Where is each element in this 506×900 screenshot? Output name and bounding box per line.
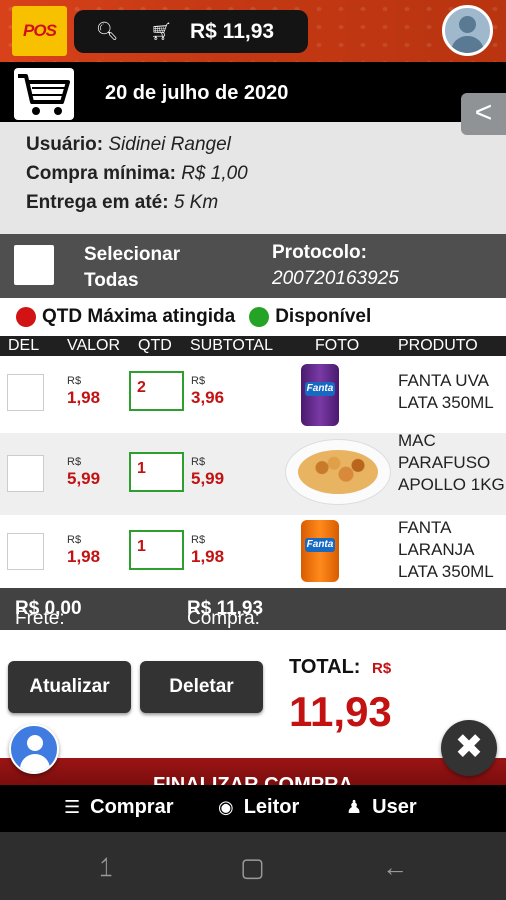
total-currency: R$ [372,660,392,677]
legend-max-reached: QTD Máxima atingida [42,306,236,327]
purchase-label: Compra: [187,608,260,629]
item-subtotal: R$ 1,98 [191,534,225,566]
home-icon[interactable]: ▢ [240,852,265,883]
table-row: R$ 1,98 2 R$ 3,96 Fanta FANTA UVA LATA 350… [0,356,506,433]
table-row: R$ 1,98 1 R$ 1,98 Fanta FANTA LARANJA LATA… [0,515,506,588]
cart-total: R$ 11,93 [190,19,275,43]
cart-summary-pill[interactable]: 🔍︎ 🛒︎ R$ 11,93 [74,10,308,53]
delivery-label: Entrega em até: [26,192,169,213]
total-value: 11,93 [289,688,392,735]
col-photo: FOTO [315,337,360,354]
select-all-checkbox[interactable] [14,245,54,285]
quantity-input[interactable]: 2 [129,371,184,411]
col-subtotal: SUBTOTAL [190,337,273,354]
totals-bar: Frete: R$ 0,00 Compra: R$ 11,93 [0,588,506,630]
green-status-icon [249,307,270,327]
avatar-icon[interactable] [442,5,493,56]
table-header: DEL VALOR QTD SUBTOTAL FOTO PRODUTO [0,336,506,356]
col-value: VALOR [67,337,121,354]
item-value: R$ 1,98 [67,534,101,566]
product-photo: Fanta [285,356,391,433]
col-del: DEL [8,337,40,354]
finalize-label: FINALIZAR COMPRA [153,774,353,785]
col-qty: QTD [138,337,172,354]
product-photo: Fanta [285,515,391,588]
product-name: MAC PARAFUSO APOLLO 1KG [398,431,505,494]
nav-buy[interactable]: ☰ Comprar [64,796,174,819]
update-button[interactable]: Atualizar [8,661,131,713]
logo-text: POS [23,21,57,40]
back-icon[interactable]: ← [382,852,408,883]
product-photo [285,433,391,515]
select-all-label[interactable]: Selecionar Todas [84,242,204,294]
table-row: R$ 5,99 1 R$ 5,99 MAC PARAFUSO APOLLO 1KG [0,431,506,515]
delivery-value: 5 Km [173,192,219,213]
delete-checkbox[interactable] [7,374,44,411]
col-product: PRODUTO [398,337,478,354]
product-name: FANTA LARANJA LATA 350ML [398,518,494,581]
product-name: FANTA UVA LATA 350ML [398,371,494,412]
min-purchase-value: R$ 1,00 [181,163,248,184]
order-info: Usuário: Sidinei Rangel Compra mínima: R… [0,122,506,234]
store-logo[interactable]: POS [12,6,67,56]
protocol-label: Protocolo: [272,242,367,263]
protocol-value: 200720163925 [272,268,399,289]
date-bar: 20 de julho de 2020 [0,62,506,122]
recents-icon[interactable]: ⥠ [100,852,112,884]
min-purchase-label: Compra mínima: [26,163,176,184]
system-nav-bar: ⥠ ▢ ← [0,832,506,900]
order-date: 20 de julho de 2020 [105,82,289,104]
quantity-input[interactable]: 1 [129,452,184,492]
legend: QTD Máxima atingida Disponível [0,298,506,336]
quantity-input[interactable]: 1 [129,530,184,570]
search-icon[interactable]: 🔍︎ [92,21,122,42]
delete-checkbox[interactable] [7,533,44,570]
nav-user[interactable]: ♟ User [346,796,417,819]
freight-label: Frete: [15,608,65,629]
chevron-left-icon[interactable]: < [461,93,506,135]
selection-bar: Selecionar Todas Protocolo: 200720163925 [0,234,506,298]
legend-available: Disponível [275,306,372,327]
item-subtotal: R$ 3,96 [191,375,225,407]
delete-button[interactable]: Deletar [140,661,263,713]
nav-reader[interactable]: ◉ Leitor [218,796,299,819]
item-value: R$ 5,99 [67,456,101,488]
finalize-button[interactable]: FINALIZAR COMPRA [0,758,506,785]
cart-icon[interactable]: 🛒︎ [146,22,176,42]
user-icon: ♟ [346,797,363,817]
total-label: TOTAL: [289,656,361,678]
eye-icon: ◉ [218,797,234,817]
delete-checkbox[interactable] [7,455,44,492]
bottom-nav: ☰ Comprar ◉ Leitor ♟ User [0,785,506,832]
close-icon[interactable]: ✖︎ [441,720,497,776]
user-label: Usuário: [26,134,104,155]
top-bar: POS 🔍︎ 🛒︎ R$ 11,93 [0,0,506,62]
menu-icon: ☰ [64,797,81,817]
shopping-cart-icon [14,68,74,120]
user-fab-icon[interactable] [9,724,59,774]
red-status-icon [16,307,36,327]
user-value: Sidinei Rangel [108,134,231,155]
item-value: R$ 1,98 [67,375,101,407]
item-subtotal: R$ 5,99 [191,456,225,488]
